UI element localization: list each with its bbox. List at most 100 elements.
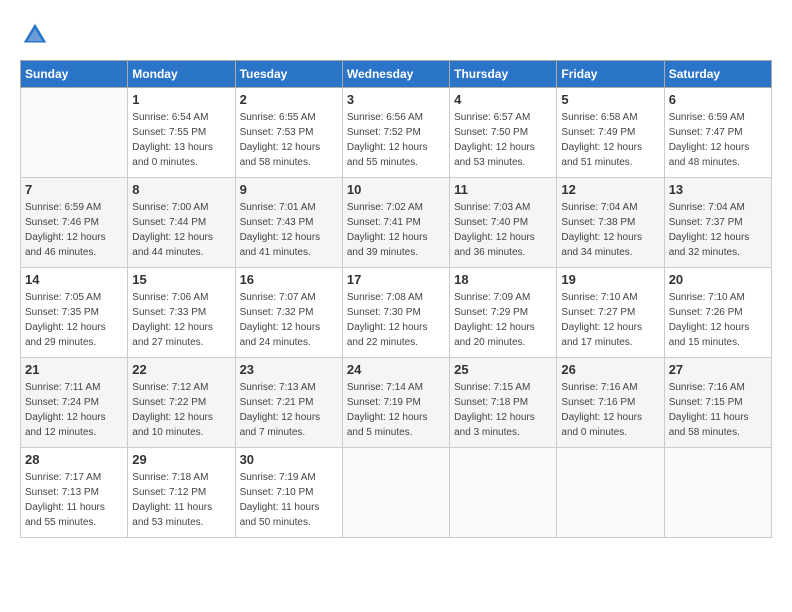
sunrise-text: Sunrise: 7:13 AM xyxy=(240,380,338,395)
day-number: 13 xyxy=(669,182,767,197)
daylight-text: Daylight: 12 hours and 44 minutes. xyxy=(132,230,230,260)
sunset-text: Sunset: 7:52 PM xyxy=(347,125,445,140)
calendar-cell: 3 Sunrise: 6:56 AMSunset: 7:52 PMDaylight… xyxy=(342,88,449,178)
day-info: Sunrise: 6:57 AMSunset: 7:50 PMDaylight:… xyxy=(454,110,552,170)
calendar-cell: 30 Sunrise: 7:19 AMSunset: 7:10 PMDayligh… xyxy=(235,448,342,538)
day-number: 22 xyxy=(132,362,230,377)
day-info: Sunrise: 6:59 AMSunset: 7:46 PMDaylight:… xyxy=(25,200,123,260)
calendar-cell: 19Sunrise: 7:10 AMSunset: 7:27 PMDayligh… xyxy=(557,268,664,358)
sunset-text: Sunset: 7:55 PM xyxy=(132,125,230,140)
day-number: 27 xyxy=(669,362,767,377)
daylight-text: Daylight: 12 hours and 24 minutes. xyxy=(240,320,338,350)
sunset-text: Sunset: 7:22 PM xyxy=(132,395,230,410)
daylight-text: Daylight: 12 hours and 41 minutes. xyxy=(240,230,338,260)
daylight-text: Daylight: 12 hours and 36 minutes. xyxy=(454,230,552,260)
day-number: 3 xyxy=(347,92,445,107)
sunrise-text: Sunrise: 7:14 AM xyxy=(347,380,445,395)
page-header xyxy=(20,20,772,50)
header-cell-saturday: Saturday xyxy=(664,61,771,88)
calendar-cell: 12Sunrise: 7:04 AMSunset: 7:38 PMDayligh… xyxy=(557,178,664,268)
calendar-cell: 5Sunrise: 6:58 AMSunset: 7:49 PMDaylight… xyxy=(557,88,664,178)
day-number: 30 xyxy=(240,452,338,467)
day-number: 6 xyxy=(669,92,767,107)
sunrise-text: Sunrise: 7:06 AM xyxy=(132,290,230,305)
sunset-text: Sunset: 7:35 PM xyxy=(25,305,123,320)
sunrise-text: Sunrise: 7:08 AM xyxy=(347,290,445,305)
sunset-text: Sunset: 7:30 PM xyxy=(347,305,445,320)
calendar-cell: 23Sunrise: 7:13 AMSunset: 7:21 PMDayligh… xyxy=(235,358,342,448)
day-info: Sunrise: 7:01 AMSunset: 7:43 PMDaylight:… xyxy=(240,200,338,260)
daylight-text: Daylight: 12 hours and 55 minutes. xyxy=(347,140,445,170)
sunrise-text: Sunrise: 7:05 AM xyxy=(25,290,123,305)
day-info: Sunrise: 7:14 AMSunset: 7:19 PMDaylight:… xyxy=(347,380,445,440)
day-info: Sunrise: 7:06 AMSunset: 7:33 PMDaylight:… xyxy=(132,290,230,350)
sunset-text: Sunset: 7:53 PM xyxy=(240,125,338,140)
day-info: Sunrise: 7:11 AMSunset: 7:24 PMDaylight:… xyxy=(25,380,123,440)
day-info: Sunrise: 7:18 AMSunset: 7:12 PMDaylight:… xyxy=(132,470,230,530)
day-number: 20 xyxy=(669,272,767,287)
sunrise-text: Sunrise: 7:03 AM xyxy=(454,200,552,215)
daylight-text: Daylight: 12 hours and 34 minutes. xyxy=(561,230,659,260)
week-row-2: 7Sunrise: 6:59 AMSunset: 7:46 PMDaylight… xyxy=(21,178,772,268)
day-number: 17 xyxy=(347,272,445,287)
sunset-text: Sunset: 7:21 PM xyxy=(240,395,338,410)
daylight-text: Daylight: 12 hours and 48 minutes. xyxy=(669,140,767,170)
day-info: Sunrise: 6:59 AMSunset: 7:47 PMDaylight:… xyxy=(669,110,767,170)
calendar-cell: 1Sunrise: 6:54 AMSunset: 7:55 PMDaylight… xyxy=(128,88,235,178)
calendar-cell: 11Sunrise: 7:03 AMSunset: 7:40 PMDayligh… xyxy=(450,178,557,268)
week-row-5: 28Sunrise: 7:17 AMSunset: 7:13 PMDayligh… xyxy=(21,448,772,538)
calendar-cell: 29 Sunrise: 7:18 AMSunset: 7:12 PMDayligh… xyxy=(128,448,235,538)
sunrise-text: Sunrise: 7:18 AM xyxy=(132,470,230,485)
daylight-text: Daylight: 12 hours and 29 minutes. xyxy=(25,320,123,350)
sunrise-text: Sunrise: 6:56 AM xyxy=(347,110,445,125)
day-number: 21 xyxy=(25,362,123,377)
sunset-text: Sunset: 7:33 PM xyxy=(132,305,230,320)
header-cell-sunday: Sunday xyxy=(21,61,128,88)
calendar-cell: 27Sunrise: 7:16 AMSunset: 7:15 PMDayligh… xyxy=(664,358,771,448)
day-number: 29 xyxy=(132,452,230,467)
sunset-text: Sunset: 7:38 PM xyxy=(561,215,659,230)
day-info: Sunrise: 7:09 AMSunset: 7:29 PMDaylight:… xyxy=(454,290,552,350)
daylight-text: Daylight: 11 hours and 53 minutes. xyxy=(132,500,230,530)
sunset-text: Sunset: 7:13 PM xyxy=(25,485,123,500)
day-number: 14 xyxy=(25,272,123,287)
header-cell-wednesday: Wednesday xyxy=(342,61,449,88)
sunset-text: Sunset: 7:40 PM xyxy=(454,215,552,230)
calendar-cell xyxy=(21,88,128,178)
sunset-text: Sunset: 7:49 PM xyxy=(561,125,659,140)
sunset-text: Sunset: 7:44 PM xyxy=(132,215,230,230)
sunset-text: Sunset: 7:16 PM xyxy=(561,395,659,410)
header-row: SundayMondayTuesdayWednesdayThursdayFrid… xyxy=(21,61,772,88)
sunset-text: Sunset: 7:15 PM xyxy=(669,395,767,410)
week-row-3: 14Sunrise: 7:05 AMSunset: 7:35 PMDayligh… xyxy=(21,268,772,358)
day-number: 5 xyxy=(561,92,659,107)
logo xyxy=(20,20,54,50)
sunset-text: Sunset: 7:27 PM xyxy=(561,305,659,320)
calendar-cell: 7Sunrise: 6:59 AMSunset: 7:46 PMDaylight… xyxy=(21,178,128,268)
sunrise-text: Sunrise: 7:02 AM xyxy=(347,200,445,215)
calendar-cell: 21 Sunrise: 7:11 AMSunset: 7:24 PMDayligh… xyxy=(21,358,128,448)
sunrise-text: Sunrise: 7:07 AM xyxy=(240,290,338,305)
day-info: Sunrise: 7:19 AMSunset: 7:10 PMDaylight:… xyxy=(240,470,338,530)
day-info: Sunrise: 7:03 AMSunset: 7:40 PMDaylight:… xyxy=(454,200,552,260)
day-info: Sunrise: 7:16 AMSunset: 7:16 PMDaylight:… xyxy=(561,380,659,440)
sunrise-text: Sunrise: 7:11 AM xyxy=(25,380,123,395)
day-info: Sunrise: 7:04 AMSunset: 7:38 PMDaylight:… xyxy=(561,200,659,260)
calendar-cell: 17Sunrise: 7:08 AMSunset: 7:30 PMDayligh… xyxy=(342,268,449,358)
day-number: 16 xyxy=(240,272,338,287)
day-info: Sunrise: 7:00 AMSunset: 7:44 PMDaylight:… xyxy=(132,200,230,260)
sunrise-text: Sunrise: 7:01 AM xyxy=(240,200,338,215)
day-info: Sunrise: 7:17 AMSunset: 7:13 PMDaylight:… xyxy=(25,470,123,530)
day-number: 4 xyxy=(454,92,552,107)
sunrise-text: Sunrise: 6:58 AM xyxy=(561,110,659,125)
sunrise-text: Sunrise: 7:12 AM xyxy=(132,380,230,395)
day-info: Sunrise: 7:10 AMSunset: 7:26 PMDaylight:… xyxy=(669,290,767,350)
sunrise-text: Sunrise: 7:16 AM xyxy=(561,380,659,395)
header-cell-monday: Monday xyxy=(128,61,235,88)
calendar-body: 1Sunrise: 6:54 AMSunset: 7:55 PMDaylight… xyxy=(21,88,772,538)
sunset-text: Sunset: 7:37 PM xyxy=(669,215,767,230)
day-info: Sunrise: 7:02 AMSunset: 7:41 PMDaylight:… xyxy=(347,200,445,260)
calendar-cell: 13Sunrise: 7:04 AMSunset: 7:37 PMDayligh… xyxy=(664,178,771,268)
day-info: Sunrise: 6:56 AMSunset: 7:52 PMDaylight:… xyxy=(347,110,445,170)
day-info: Sunrise: 7:15 AMSunset: 7:18 PMDaylight:… xyxy=(454,380,552,440)
